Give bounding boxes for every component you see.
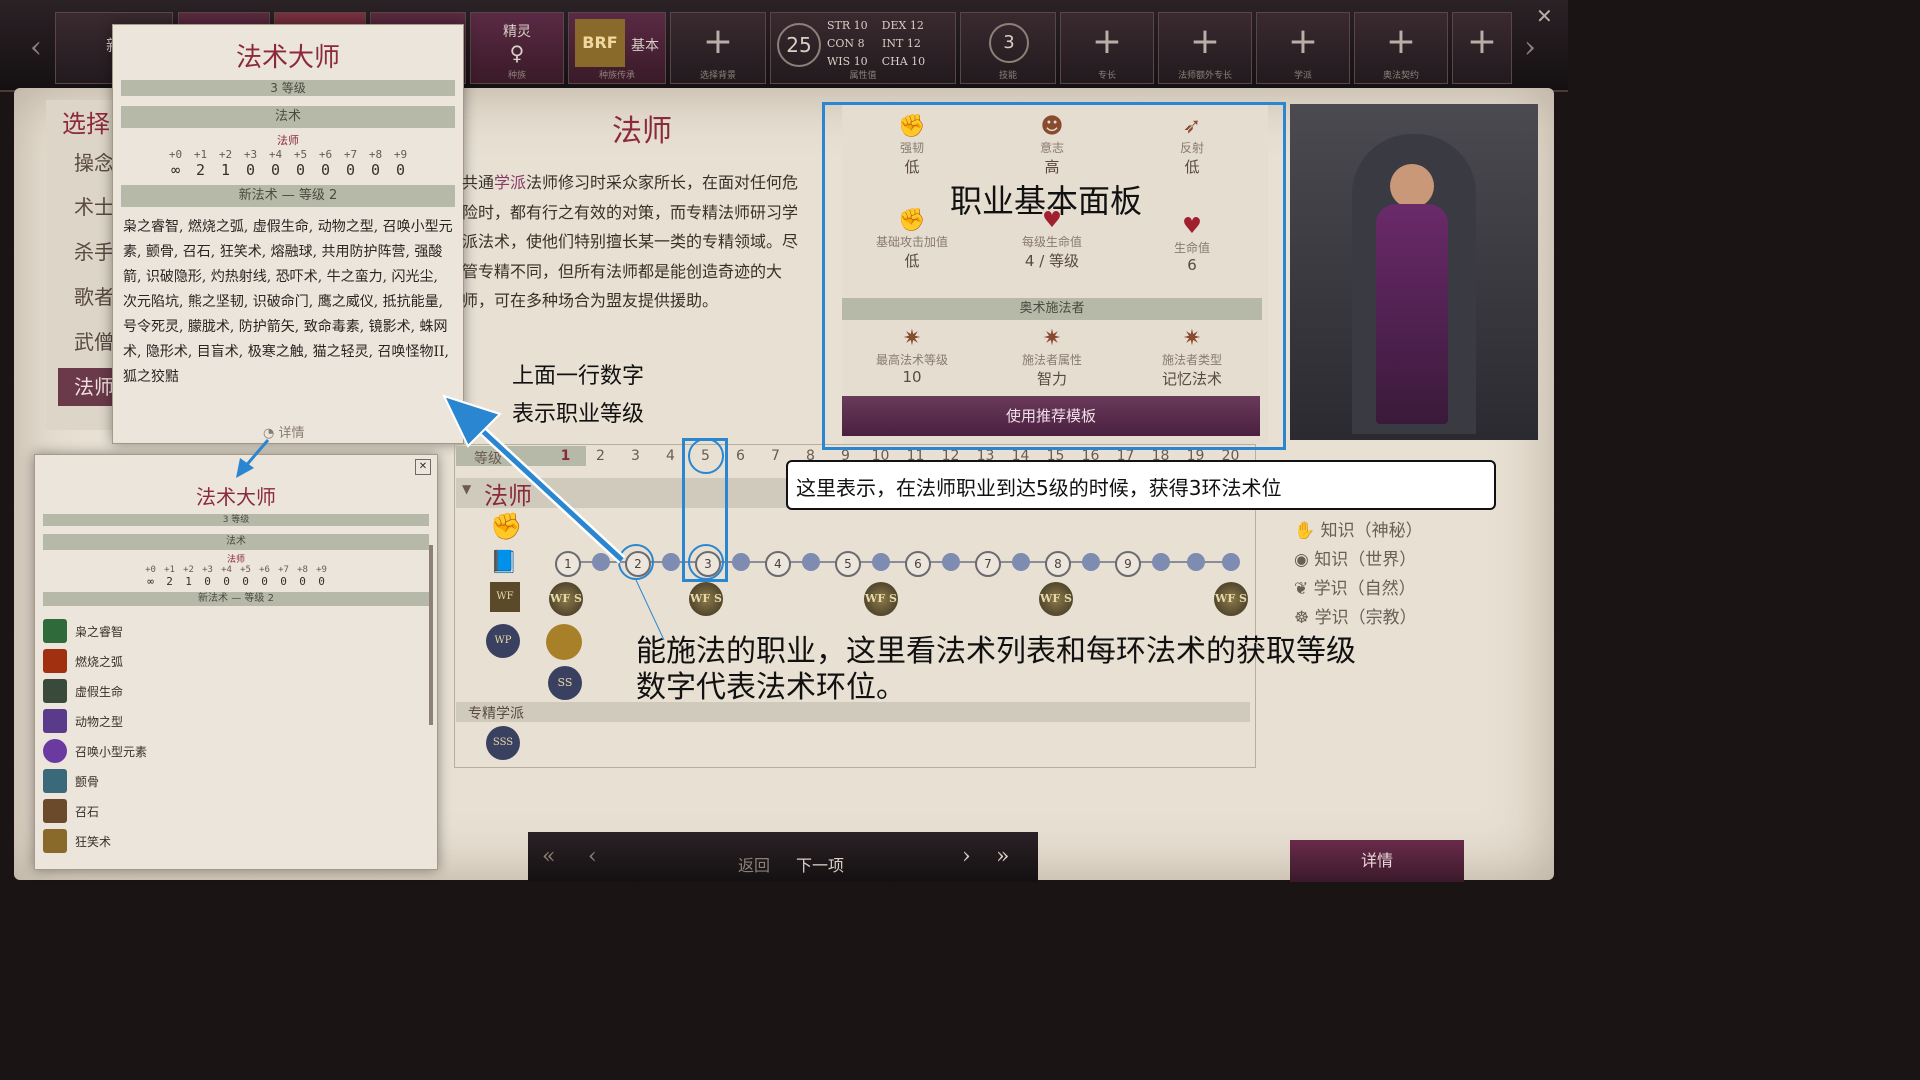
- leader-line: [635, 579, 665, 641]
- annotation-arrows: [236, 394, 665, 641]
- arrow-shaft: [460, 410, 624, 562]
